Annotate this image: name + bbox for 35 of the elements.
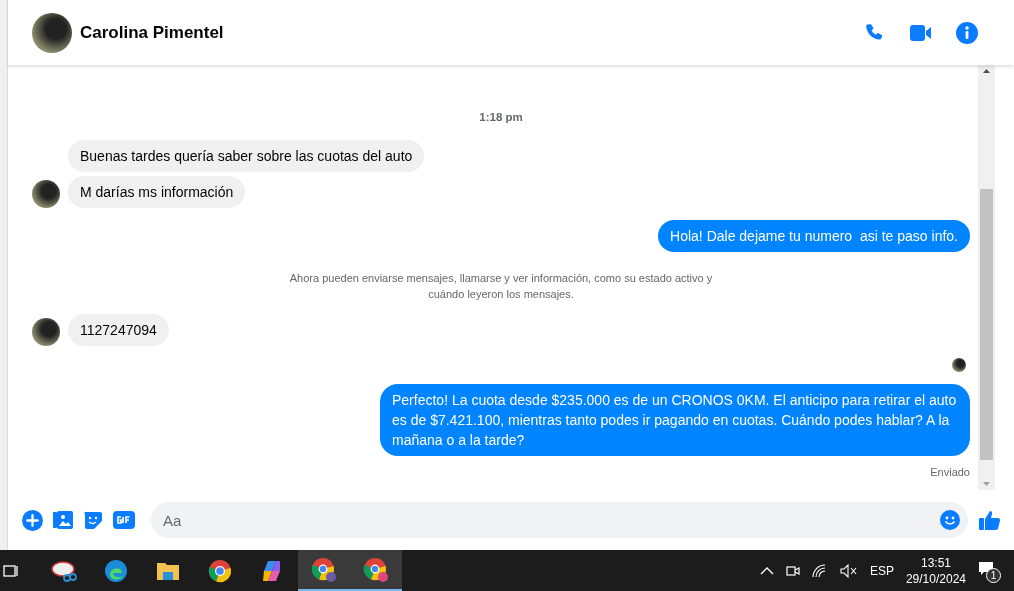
plus-icon[interactable] xyxy=(22,509,43,531)
delivery-status: Enviado xyxy=(930,465,970,481)
chrome-profile-icon[interactable] xyxy=(363,556,389,583)
task-view-icon[interactable] xyxy=(3,562,19,579)
wifi-icon[interactable] xyxy=(811,563,828,578)
clock[interactable]: 13:51 29/10/2024 xyxy=(905,554,966,587)
chevron-up-icon[interactable] xyxy=(759,565,774,576)
info-icon[interactable] xyxy=(956,21,978,44)
chrome-browser-icon[interactable] xyxy=(208,558,232,583)
speaker-muted-icon[interactable] xyxy=(839,563,858,578)
contact-name[interactable]: Carolina Pimentel xyxy=(80,19,224,46)
message-bubble: Buenas tardes quería saber sobre las cuotas del auto xyxy=(68,140,425,173)
chrome-profile-icon[interactable] xyxy=(311,556,337,583)
gif-icon[interactable] xyxy=(113,510,135,530)
thumbs-up-icon[interactable] xyxy=(978,508,1002,532)
timestamp: 1:18 pm xyxy=(478,110,524,125)
sticker-icon[interactable] xyxy=(83,510,103,530)
sender-avatar[interactable] xyxy=(32,318,60,347)
system-notice: Ahora pueden enviarse mensajes, llamarse y ver información, como su estado activo y cuándo leyeron los mensajes. xyxy=(288,271,714,303)
message-bubble: M darías ms información xyxy=(68,176,246,209)
message-bubble: Perfecto! La cuota desde $235.000 es de un CRONOS 0KM. El anticipo para retirar el auto es de $7.421.100, mientras tanto podes ir pagando en cuotas. Cuándo podes hablar? A la mañana o a la tarde? xyxy=(380,384,970,457)
sender-avatar[interactable] xyxy=(32,180,60,209)
message-input-field[interactable]: Aa xyxy=(151,502,968,538)
folder-icon[interactable] xyxy=(156,560,180,581)
video-camera-icon[interactable] xyxy=(910,23,932,42)
message-bubble: Hola! Dale dejame tu numero asi te paso info. xyxy=(658,220,970,253)
emoji-icon[interactable] xyxy=(940,510,960,530)
language-indicator[interactable]: ESP xyxy=(869,561,894,580)
scrollbar-thumb[interactable] xyxy=(980,189,993,460)
snipping-tool-icon[interactable] xyxy=(51,558,77,583)
edge-browser-icon[interactable] xyxy=(104,558,128,583)
contact-avatar[interactable] xyxy=(32,12,72,53)
seen-avatar xyxy=(952,358,966,373)
message-bubble: 1127247094 xyxy=(68,314,169,347)
image-icon[interactable] xyxy=(53,510,73,530)
